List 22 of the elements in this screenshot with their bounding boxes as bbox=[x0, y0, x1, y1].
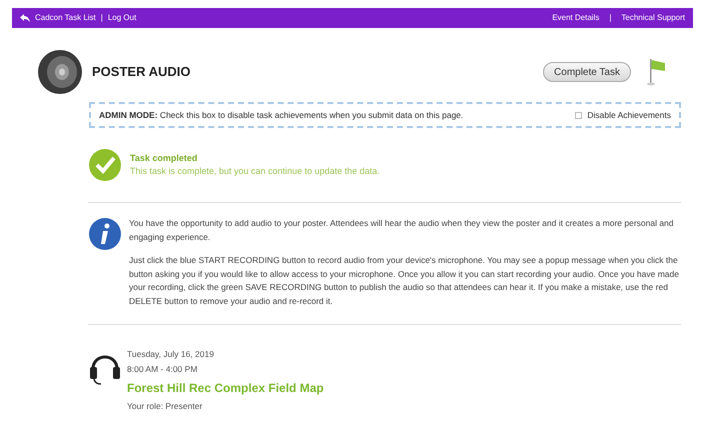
info-icon bbox=[88, 217, 122, 251]
event-date: Tuesday, July 16, 2019 bbox=[127, 348, 215, 361]
info-paragraph: Just click the blue START RECORDING button to record audio from your device's microphone. You may see a popup message when you click the button asking you if you would like to allow access to your microphone. Once you allow it you can start recording your audio. Once you have made your recording, click the green SAVE RECORDING button to publish the audio so that attendees can hear it. If you make a mistake, use the red DELETE button to remove your audio and re-record it. bbox=[129, 254, 679, 308]
admin-mode-text: ADMIN MODE: Check this box to disable task achievements when you submit data on this page. bbox=[99, 108, 464, 122]
nav-link[interactable]: Technical Support bbox=[621, 12, 685, 24]
checkbox-label: Disable Achievements bbox=[587, 108, 671, 122]
page-title: POSTER AUDIO bbox=[92, 63, 190, 82]
complete-task-button[interactable]: Complete Task bbox=[543, 62, 631, 82]
flag-icon bbox=[647, 57, 667, 87]
status-title: Task completed bbox=[130, 152, 198, 165]
info-paragraph: You have the opportunity to add audio to your poster. Attendees will hear the audio when they view the poster and it creates a more personal and engaging experience. bbox=[129, 217, 675, 244]
link-separator: | bbox=[609, 12, 612, 24]
event-time: 8:00 AM - 4:00 PM bbox=[127, 363, 198, 376]
nav-link[interactable]: Cadcon Task List bbox=[35, 12, 96, 24]
status-text: This task is complete, but you can continue to update the data. bbox=[130, 165, 380, 178]
checkmark-icon bbox=[88, 148, 122, 182]
nav-link[interactable]: Event Details bbox=[552, 12, 600, 24]
back-arrow-icon[interactable] bbox=[20, 14, 30, 22]
nav-link[interactable]: Log Out bbox=[108, 12, 136, 24]
link-separator: | bbox=[100, 12, 103, 24]
checkbox[interactable] bbox=[575, 112, 582, 118]
event-role: Your role: Presenter bbox=[127, 400, 204, 413]
